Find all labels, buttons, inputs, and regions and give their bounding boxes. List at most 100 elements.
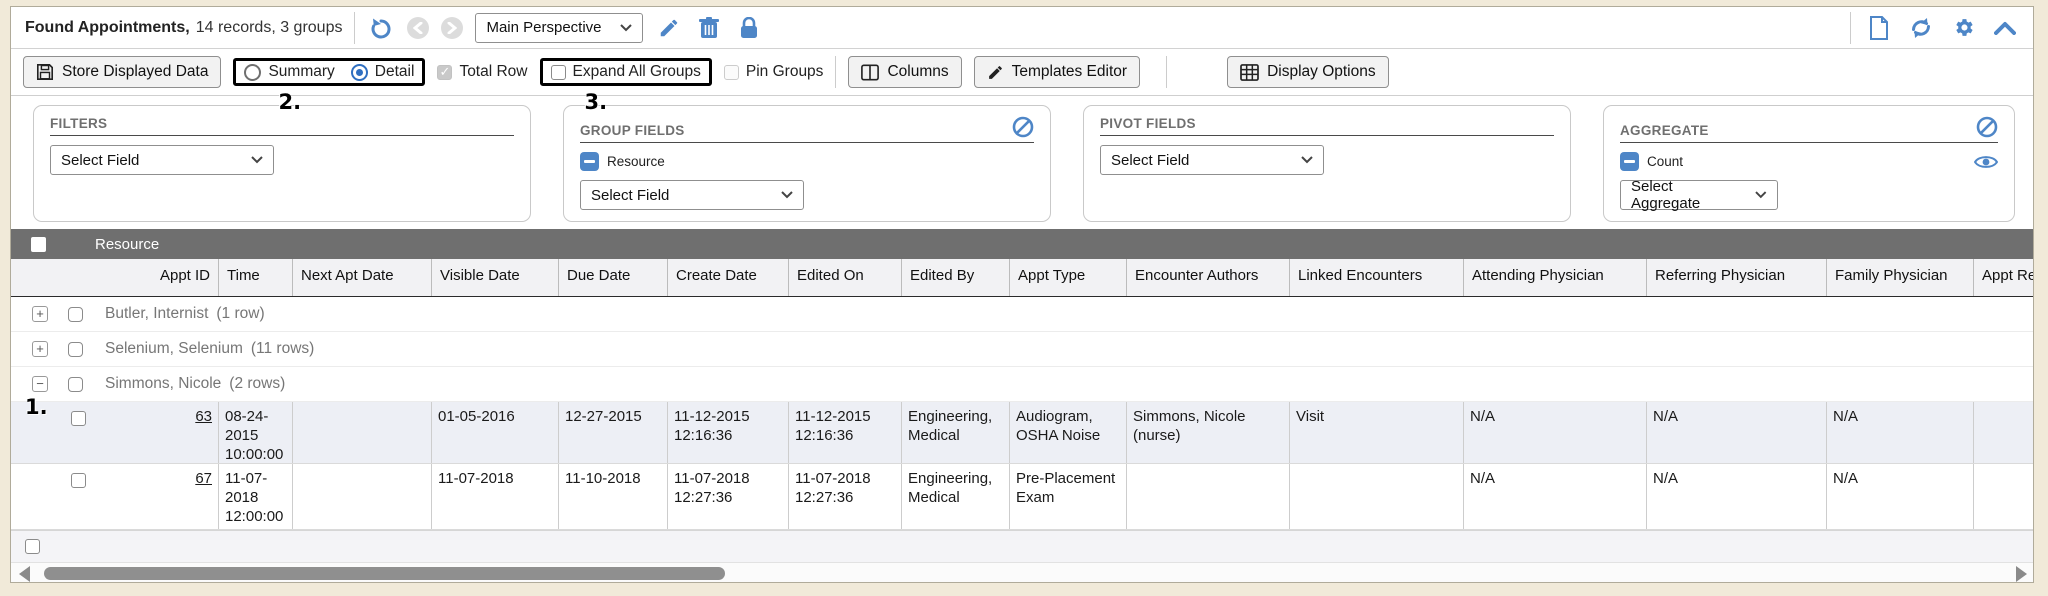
- column-header-linked-encounters[interactable]: Linked Encounters: [1290, 259, 1464, 296]
- display-options-button[interactable]: Display Options: [1227, 56, 1389, 88]
- aggregate-select[interactable]: Select Aggregate: [1620, 180, 1778, 210]
- columns-button[interactable]: Columns: [848, 56, 961, 88]
- column-header-appt-id[interactable]: Appt ID: [11, 259, 219, 296]
- lock-perspective-icon[interactable]: [735, 14, 763, 42]
- clear-aggregate-icon[interactable]: [1976, 116, 1998, 138]
- total-row-checkbox-box[interactable]: [437, 65, 452, 80]
- scroll-left-icon[interactable]: [19, 566, 30, 582]
- divider: [1850, 12, 1851, 44]
- cell-create-date: 11-12-2015 12:16:36: [668, 402, 789, 463]
- filters-title: FILTERS: [50, 116, 107, 131]
- column-header-appt-re[interactable]: Appt Re: [1974, 259, 2034, 296]
- divider: [1166, 56, 1167, 88]
- pin-groups-checkbox-box[interactable]: [724, 65, 739, 80]
- column-header-next-apt-date[interactable]: Next Apt Date: [293, 259, 432, 296]
- eye-icon[interactable]: [1974, 154, 1998, 170]
- column-header-visible-date[interactable]: Visible Date: [432, 259, 559, 296]
- column-header-appt-type[interactable]: Appt Type: [1010, 259, 1127, 296]
- chevron-down-icon: [1755, 191, 1767, 199]
- forward-icon[interactable]: [441, 17, 463, 39]
- expand-group-icon[interactable]: +: [32, 341, 48, 357]
- table-row: 67 11-07-2018 12:00:00 11-07-2018 11-10-…: [11, 464, 2034, 530]
- cell-linked-encounters: [1290, 464, 1464, 529]
- summary-radio[interactable]: Summary: [244, 63, 334, 81]
- column-header-family-physician[interactable]: Family Physician: [1827, 259, 1974, 296]
- cell-encounter-authors: Simmons, Nicole (nurse): [1127, 402, 1290, 463]
- pivot-field-select[interactable]: Select Field: [1100, 145, 1324, 175]
- table-header-row: Appt ID Time Next Apt Date Visible Date …: [11, 259, 2034, 297]
- cell-edited-on: 11-07-2018 12:27:36: [789, 464, 902, 529]
- group-bar-label: Resource: [95, 236, 159, 253]
- detail-radio[interactable]: Detail: [351, 63, 415, 81]
- gear-icon[interactable]: [1949, 14, 1977, 42]
- remove-count-icon[interactable]: [1620, 152, 1639, 171]
- back-icon[interactable]: [407, 17, 429, 39]
- column-header-create-date[interactable]: Create Date: [668, 259, 789, 296]
- column-header-referring-physician[interactable]: Referring Physician: [1647, 259, 1827, 296]
- horizontal-scrollbar[interactable]: [11, 562, 2034, 583]
- annotation-step3: 3.: [585, 90, 608, 114]
- divider: [354, 12, 355, 44]
- column-header-encounter-authors[interactable]: Encounter Authors: [1127, 259, 1290, 296]
- annotation-box-step2: Summary Detail 2.: [233, 58, 425, 86]
- remove-resource-icon[interactable]: [580, 152, 599, 171]
- divider: [835, 56, 836, 88]
- expand-group-icon[interactable]: +: [32, 306, 48, 322]
- detail-radio-circle[interactable]: [351, 64, 368, 81]
- cell-due-date: 11-10-2018: [559, 464, 668, 529]
- refresh-icon[interactable]: [1907, 14, 1935, 42]
- pencil-icon: [987, 64, 1004, 81]
- cell-referring-physician: N/A: [1647, 402, 1827, 463]
- group-checkbox[interactable]: [68, 377, 83, 392]
- titlebar-right-icons: [1850, 12, 2019, 44]
- footer-checkbox[interactable]: [25, 539, 40, 554]
- group-row-butler: + Butler, Internist (1 row): [11, 297, 2034, 332]
- scroll-right-icon[interactable]: [2016, 566, 2027, 582]
- cell-visible-date: 01-05-2016: [432, 402, 559, 463]
- pivot-fields-panel: PIVOT FIELDS Select Field: [1083, 105, 1571, 222]
- delete-perspective-icon[interactable]: [695, 14, 723, 42]
- document-icon[interactable]: [1865, 14, 1893, 42]
- cell-edited-on: 11-12-2015 12:16:36: [789, 402, 902, 463]
- appt-id-link[interactable]: 67: [195, 470, 212, 487]
- cell-referring-physician: N/A: [1647, 464, 1827, 529]
- toolbar: Store Displayed Data Summary Detail 2. T…: [11, 49, 2033, 96]
- group-field-resource: Resource: [580, 152, 1034, 171]
- row-checkbox[interactable]: [71, 411, 86, 426]
- expand-all-groups-checkbox-box[interactable]: [551, 65, 566, 80]
- expand-all-groups-checkbox[interactable]: Expand All Groups: [551, 63, 701, 81]
- summary-radio-circle[interactable]: [244, 64, 261, 81]
- group-checkbox[interactable]: [68, 342, 83, 357]
- cell-family-physician: N/A: [1827, 402, 1974, 463]
- records-summary: 14 records, 3 groups: [196, 19, 343, 37]
- cell-time: 11-07-2018 12:00:00: [219, 464, 293, 529]
- cell-edited-by: Engineering, Medical: [902, 464, 1010, 529]
- collapse-group-icon[interactable]: −: [32, 376, 48, 392]
- pivot-fields-title: PIVOT FIELDS: [1100, 116, 1196, 131]
- page-title: Found Appointments,: [25, 19, 190, 37]
- templates-editor-button[interactable]: Templates Editor: [974, 56, 1140, 88]
- chevron-down-icon: [251, 156, 263, 164]
- appt-id-link[interactable]: 63: [195, 408, 212, 425]
- select-all-checkbox[interactable]: [31, 237, 46, 252]
- row-checkbox[interactable]: [71, 473, 86, 488]
- scrollbar-thumb[interactable]: [44, 567, 725, 580]
- cell-family-physician: N/A: [1827, 464, 1974, 529]
- chevron-down-icon: [620, 24, 632, 32]
- cell-encounter-authors: [1127, 464, 1290, 529]
- filters-field-select[interactable]: Select Field: [50, 145, 274, 175]
- annotation-step1: 1.: [25, 395, 48, 419]
- clear-group-fields-icon[interactable]: [1012, 116, 1034, 138]
- undo-icon[interactable]: [367, 14, 395, 42]
- edit-perspective-icon[interactable]: [655, 14, 683, 42]
- column-header-edited-by[interactable]: Edited By: [902, 259, 1010, 296]
- column-header-due-date[interactable]: Due Date: [559, 259, 668, 296]
- store-displayed-data-button[interactable]: Store Displayed Data: [23, 56, 221, 88]
- column-header-attending-physician[interactable]: Attending Physician: [1464, 259, 1647, 296]
- group-checkbox[interactable]: [68, 307, 83, 322]
- group-field-select[interactable]: Select Field: [580, 180, 804, 210]
- perspective-select[interactable]: Main Perspective: [475, 13, 643, 43]
- collapse-icon[interactable]: [1991, 14, 2019, 42]
- column-header-edited-on[interactable]: Edited On: [789, 259, 902, 296]
- column-header-time[interactable]: Time: [219, 259, 293, 296]
